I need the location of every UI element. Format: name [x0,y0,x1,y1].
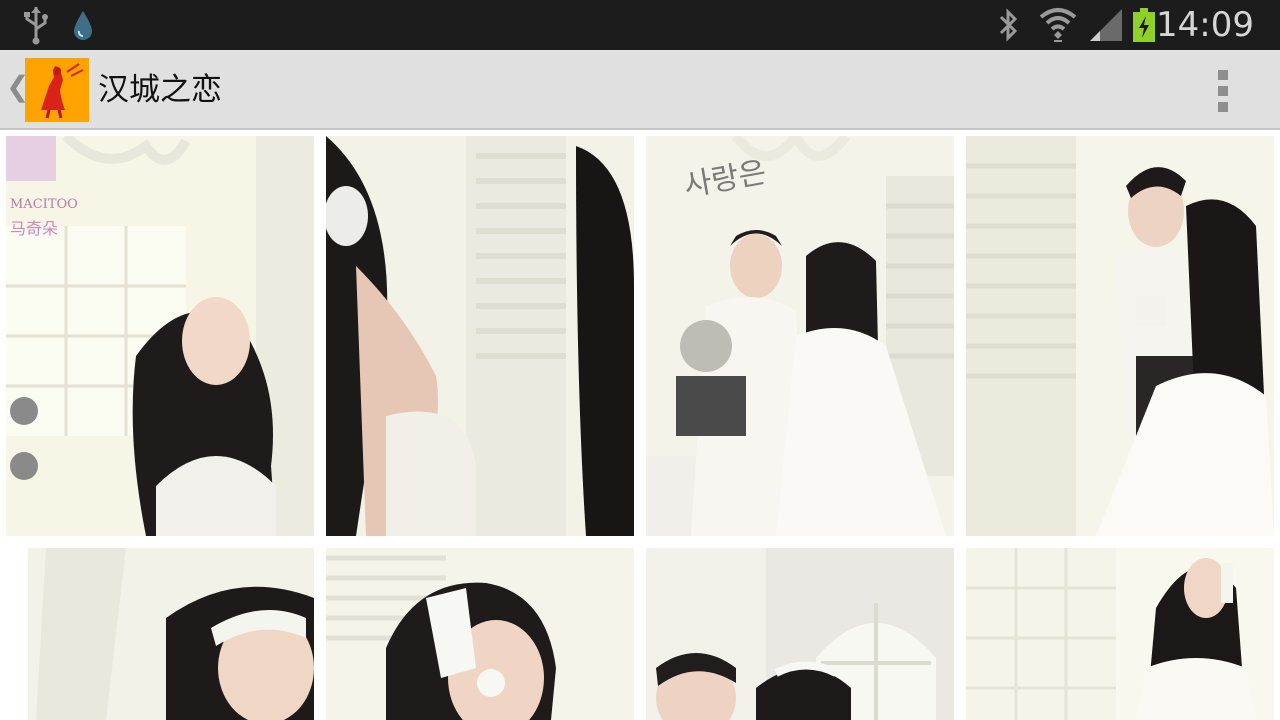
photo-tile[interactable]: 사랑은 [646,136,954,536]
usb-icon [20,0,52,50]
couple-logo-icon [25,58,89,122]
app-title: 汉城之恋 [98,72,222,108]
photo-grid: MACITOO 马奇朵 사랑은 [0,130,1280,720]
back-caret-icon: ❮ [6,70,30,103]
photo-watermark-cn: 马奇朵 [10,219,58,238]
battery-charging-icon [1130,0,1158,50]
signal-icon [1088,0,1124,50]
photo-tile[interactable] [966,548,1274,720]
photo-watermark: MACITOO [10,197,78,212]
photo-tile[interactable] [326,136,634,536]
status-bar: 14:09 [0,0,1280,50]
wifi-icon [1036,0,1080,50]
bluetooth-icon [994,0,1024,50]
droplet-icon [68,0,98,50]
overflow-menu-icon[interactable] [1200,58,1248,120]
photo-tile[interactable] [6,548,314,720]
up-navigation-button[interactable]: ❮ 汉城之恋 [0,50,235,128]
action-bar: ❮ 汉城之恋 [0,50,1280,130]
photo-tile[interactable]: MACITOO 马奇朵 [6,136,314,536]
photo-tile[interactable] [646,548,954,720]
photo-tile[interactable] [326,548,634,720]
photo-tile[interactable] [966,136,1274,536]
clock: 14:09 [1156,5,1254,45]
